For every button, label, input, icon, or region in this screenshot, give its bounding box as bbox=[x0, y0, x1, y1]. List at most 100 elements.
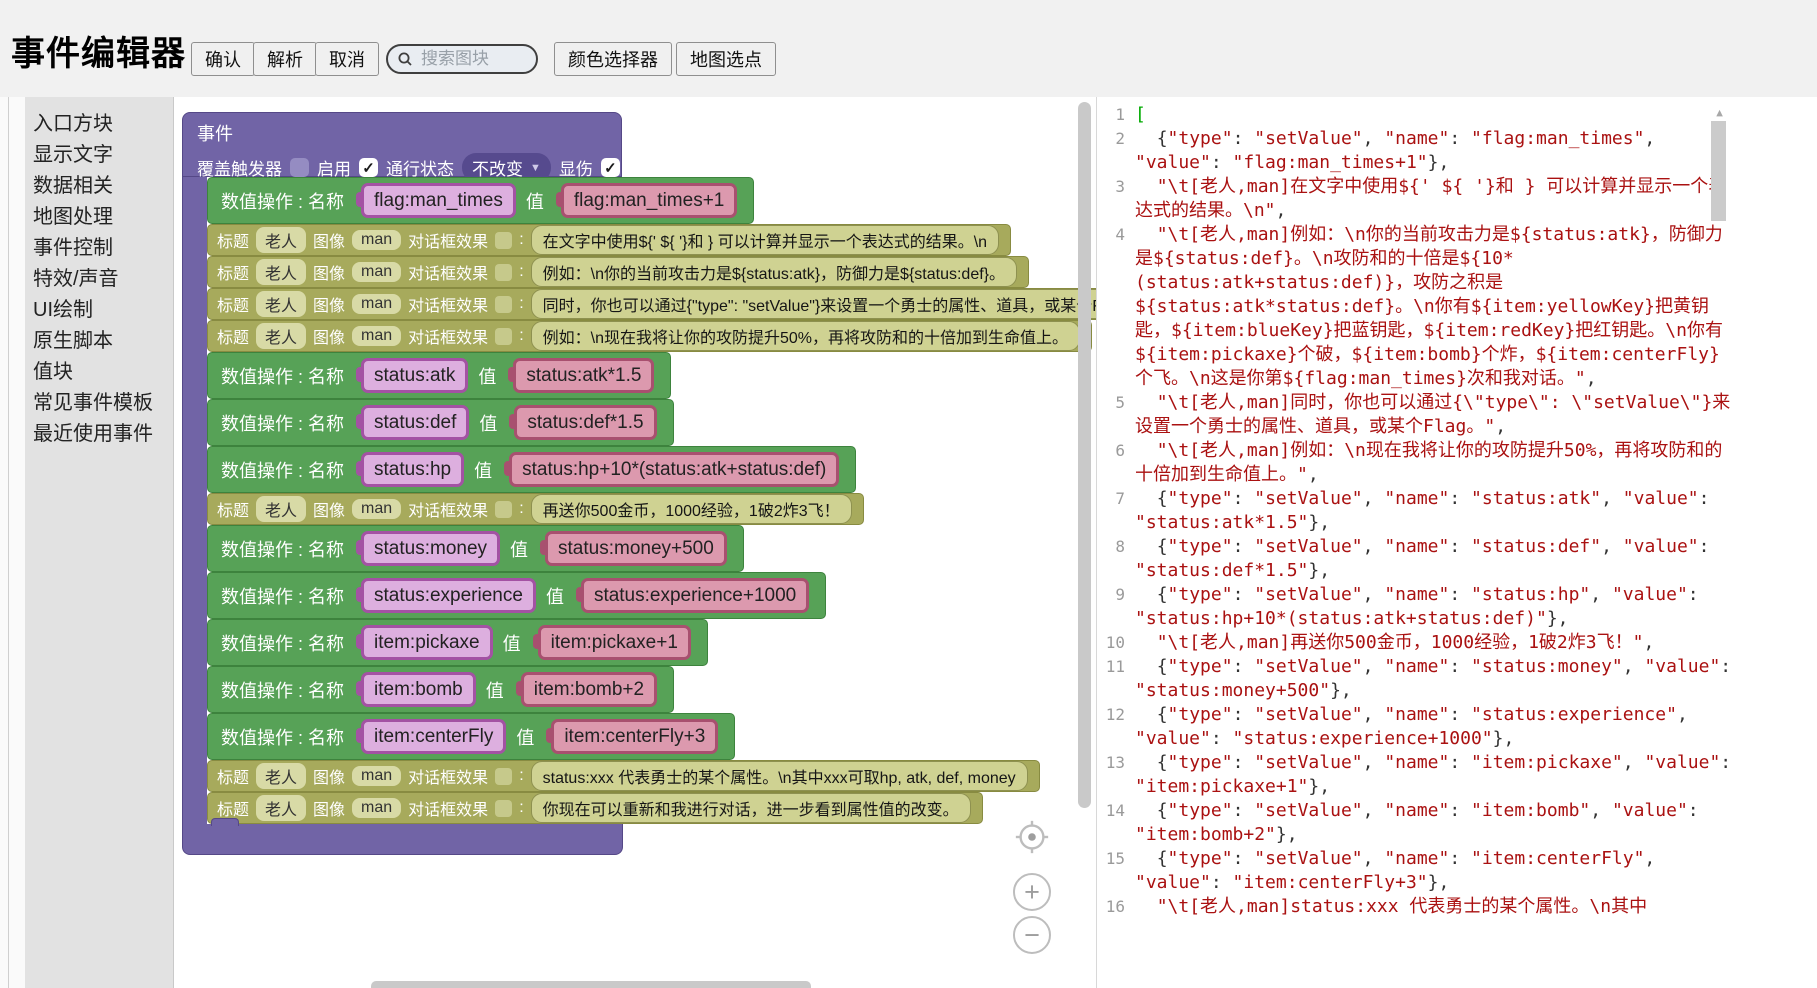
dialog-effect-checkbox[interactable] bbox=[495, 232, 512, 249]
name-field[interactable]: item:pickaxe bbox=[361, 625, 493, 660]
dialog-text-field[interactable]: 你现在可以重新和我进行对话，进一步看到属性值的改变。 bbox=[531, 793, 971, 823]
dialog-effect-checkbox[interactable] bbox=[495, 328, 512, 345]
dialog-effect-checkbox[interactable] bbox=[495, 768, 512, 785]
canvas-vertical-scrollbar[interactable] bbox=[1078, 102, 1091, 808]
name-field[interactable]: status:hp bbox=[361, 452, 464, 487]
sidebar-item[interactable]: 数据相关 bbox=[25, 171, 173, 202]
set-value-block[interactable]: 数值操作 : 名称status:def值status:def*1.5 bbox=[207, 399, 674, 446]
name-field[interactable]: status:experience bbox=[361, 578, 536, 613]
sidebar-item[interactable]: 地图处理 bbox=[25, 202, 173, 233]
value-field[interactable]: status:money+500 bbox=[545, 531, 727, 566]
value-field[interactable]: item:bomb+2 bbox=[521, 672, 657, 707]
code-line[interactable]: 7 {"type": "setValue", "name": "status:a… bbox=[1097, 487, 1817, 535]
dialog-effect-checkbox[interactable] bbox=[495, 501, 512, 518]
map-pick-button[interactable]: 地图选点 bbox=[676, 42, 776, 76]
dialog-effect-checkbox[interactable] bbox=[495, 296, 512, 313]
name-field[interactable]: item:bomb bbox=[361, 672, 476, 707]
name-field[interactable]: status:money bbox=[361, 531, 500, 566]
name-field[interactable]: flag:man_times bbox=[361, 183, 516, 218]
sidebar-item[interactable]: 值块 bbox=[25, 357, 173, 388]
set-value-block[interactable]: 数值操作 : 名称status:money值status:money+500 bbox=[207, 525, 744, 572]
sidebar-item[interactable]: 常见事件模板 bbox=[25, 388, 173, 419]
speaker-field[interactable]: 老人 bbox=[256, 763, 306, 789]
dialog-effect-checkbox[interactable] bbox=[495, 800, 512, 817]
zoom-in-button[interactable]: + bbox=[1013, 873, 1051, 911]
code-line[interactable]: 12 {"type": "setValue", "name": "status:… bbox=[1097, 703, 1817, 751]
dialog-text-field[interactable]: status:xxx 代表勇士的某个属性。\n其中xxx可取hp, atk, d… bbox=[531, 761, 1028, 791]
set-value-block[interactable]: 数值操作 : 名称status:atk值status:atk*1.5 bbox=[207, 352, 671, 399]
speaker-field[interactable]: 老人 bbox=[256, 496, 306, 522]
code-line[interactable]: 16 "\t[老人,man]status:xxx 代表勇士的某个属性。\n其中 bbox=[1097, 895, 1817, 919]
image-field[interactable]: man bbox=[352, 326, 401, 346]
blockly-canvas[interactable]: 事件 覆盖触发器 启用 通行状态 不改变 ▼ 显伤 数值操作 : 名称flag:… bbox=[174, 97, 1097, 988]
dialog-block[interactable]: 标题老人图像man对话框效果:例如：\n现在我将让你的攻防提升50%，再将攻防和… bbox=[207, 320, 1092, 352]
sidebar-item[interactable]: 事件控制 bbox=[25, 233, 173, 264]
code-scrollbar-thumb[interactable] bbox=[1711, 121, 1726, 221]
value-field[interactable]: status:hp+10*(status:atk+status:def) bbox=[509, 452, 839, 487]
value-field[interactable]: item:centerFly+3 bbox=[551, 719, 718, 754]
dialog-block[interactable]: 标题老人图像man对话框效果:在文字中使用${' ${ '}和 } 可以计算并显… bbox=[207, 224, 1011, 256]
set-value-block[interactable]: 数值操作 : 名称item:bomb值item:bomb+2 bbox=[207, 666, 674, 713]
value-field[interactable]: flag:man_times+1 bbox=[561, 183, 738, 218]
code-line[interactable]: 5 "\t[老人,man]同时，你也可以通过{\"type\": \"setVa… bbox=[1097, 391, 1817, 439]
dialog-block[interactable]: 标题老人图像man对话框效果:你现在可以重新和我进行对话，进一步看到属性值的改变… bbox=[207, 792, 983, 824]
block-search-box[interactable] bbox=[386, 44, 538, 74]
dialog-block[interactable]: 标题老人图像man对话框效果:例如：\n你的当前攻击力是${status:atk… bbox=[207, 256, 1029, 288]
search-input[interactable] bbox=[419, 48, 531, 70]
override-trigger-checkbox[interactable] bbox=[290, 158, 309, 177]
damage-checkbox[interactable] bbox=[601, 158, 620, 177]
image-field[interactable]: man bbox=[352, 798, 401, 818]
dialog-text-field[interactable]: 再送你500金币，1000经验，1破2炸3飞！ bbox=[531, 494, 852, 524]
canvas-horizontal-scrollbar[interactable] bbox=[371, 981, 811, 988]
image-field[interactable]: man bbox=[352, 230, 401, 250]
image-field[interactable]: man bbox=[352, 499, 401, 519]
event-block-header[interactable]: 事件 覆盖触发器 启用 通行状态 不改变 ▼ 显伤 bbox=[182, 112, 622, 177]
dialog-block[interactable]: 标题老人图像man对话框效果:status:xxx 代表勇士的某个属性。\n其中… bbox=[207, 760, 1040, 792]
dialog-block[interactable]: 标题老人图像man对话框效果:再送你500金币，1000经验，1破2炸3飞！ bbox=[207, 493, 864, 525]
name-field[interactable]: status:atk bbox=[361, 358, 468, 393]
zoom-out-button[interactable]: − bbox=[1013, 916, 1051, 954]
code-line[interactable]: 15 {"type": "setValue", "name": "item:ce… bbox=[1097, 847, 1817, 895]
event-block[interactable]: 事件 覆盖触发器 启用 通行状态 不改变 ▼ 显伤 数值操作 : 名称flag:… bbox=[182, 112, 1097, 855]
set-value-block[interactable]: 数值操作 : 名称flag:man_times值flag:man_times+1 bbox=[207, 177, 754, 224]
code-line[interactable]: 3 "\t[老人,man]在文字中使用${' ${ '}和 } 可以计算并显示一… bbox=[1097, 175, 1817, 223]
code-line[interactable]: 13 {"type": "setValue", "name": "item:pi… bbox=[1097, 751, 1817, 799]
image-field[interactable]: man bbox=[352, 294, 401, 314]
sidebar-item[interactable]: 最近使用事件 bbox=[25, 419, 173, 450]
sidebar-item[interactable]: 特效/声音 bbox=[25, 264, 173, 295]
parse-button[interactable]: 解析 bbox=[253, 42, 317, 76]
name-field[interactable]: item:centerFly bbox=[361, 719, 506, 754]
dialog-block[interactable]: 标题老人图像man对话框效果:同时，你也可以通过{"type": "setVal… bbox=[207, 288, 1097, 320]
value-field[interactable]: status:experience+1000 bbox=[581, 578, 809, 613]
set-value-block[interactable]: 数值操作 : 名称status:experience值status:experi… bbox=[207, 572, 826, 619]
dialog-text-field[interactable]: 例如：\n现在我将让你的攻防提升50%，再将攻防和的十倍加到生命值上。 bbox=[531, 321, 1080, 351]
sidebar-item[interactable]: 显示文字 bbox=[25, 140, 173, 171]
set-value-block[interactable]: 数值操作 : 名称status:hp值status:hp+10*(status:… bbox=[207, 446, 856, 493]
dialog-effect-checkbox[interactable] bbox=[495, 264, 512, 281]
zoom-reset-button[interactable] bbox=[1013, 818, 1051, 856]
speaker-field[interactable]: 老人 bbox=[256, 259, 306, 285]
value-field[interactable]: status:atk*1.5 bbox=[513, 358, 654, 393]
dialog-text-field[interactable]: 在文字中使用${' ${ '}和 } 可以计算并显示一个表达式的结果。\n bbox=[531, 225, 999, 255]
speaker-field[interactable]: 老人 bbox=[256, 795, 306, 821]
code-line[interactable]: 1[ bbox=[1097, 103, 1817, 127]
cancel-button[interactable]: 取消 bbox=[315, 42, 379, 76]
name-field[interactable]: status:def bbox=[361, 405, 469, 440]
sidebar-item[interactable]: 入口方块 bbox=[25, 109, 173, 140]
speaker-field[interactable]: 老人 bbox=[256, 291, 306, 317]
color-picker-button[interactable]: 颜色选择器 bbox=[554, 42, 672, 76]
set-value-block[interactable]: 数值操作 : 名称item:pickaxe值item:pickaxe+1 bbox=[207, 619, 708, 666]
sidebar-item[interactable]: 原生脚本 bbox=[25, 326, 173, 357]
speaker-field[interactable]: 老人 bbox=[256, 323, 306, 349]
scroll-up-arrow-icon[interactable]: ▲ bbox=[1712, 105, 1727, 119]
value-field[interactable]: status:def*1.5 bbox=[514, 405, 656, 440]
code-line[interactable]: 11 {"type": "setValue", "name": "status:… bbox=[1097, 655, 1817, 703]
code-line[interactable]: 14 {"type": "setValue", "name": "item:bo… bbox=[1097, 799, 1817, 847]
code-line[interactable]: 8 {"type": "setValue", "name": "status:d… bbox=[1097, 535, 1817, 583]
set-value-block[interactable]: 数值操作 : 名称item:centerFly值item:centerFly+3 bbox=[207, 713, 735, 760]
dialog-text-field[interactable]: 同时，你也可以通过{"type": "setValue"}来设置一个勇士的属性、… bbox=[531, 289, 1097, 319]
code-line[interactable]: 10 "\t[老人,man]再送你500金币，1000经验，1破2炸3飞！", bbox=[1097, 631, 1817, 655]
code-panel[interactable]: 1[2 {"type": "setValue", "name": "flag:m… bbox=[1097, 97, 1817, 988]
code-line[interactable]: 9 {"type": "setValue", "name": "status:h… bbox=[1097, 583, 1817, 631]
code-line[interactable]: 2 {"type": "setValue", "name": "flag:man… bbox=[1097, 127, 1817, 175]
